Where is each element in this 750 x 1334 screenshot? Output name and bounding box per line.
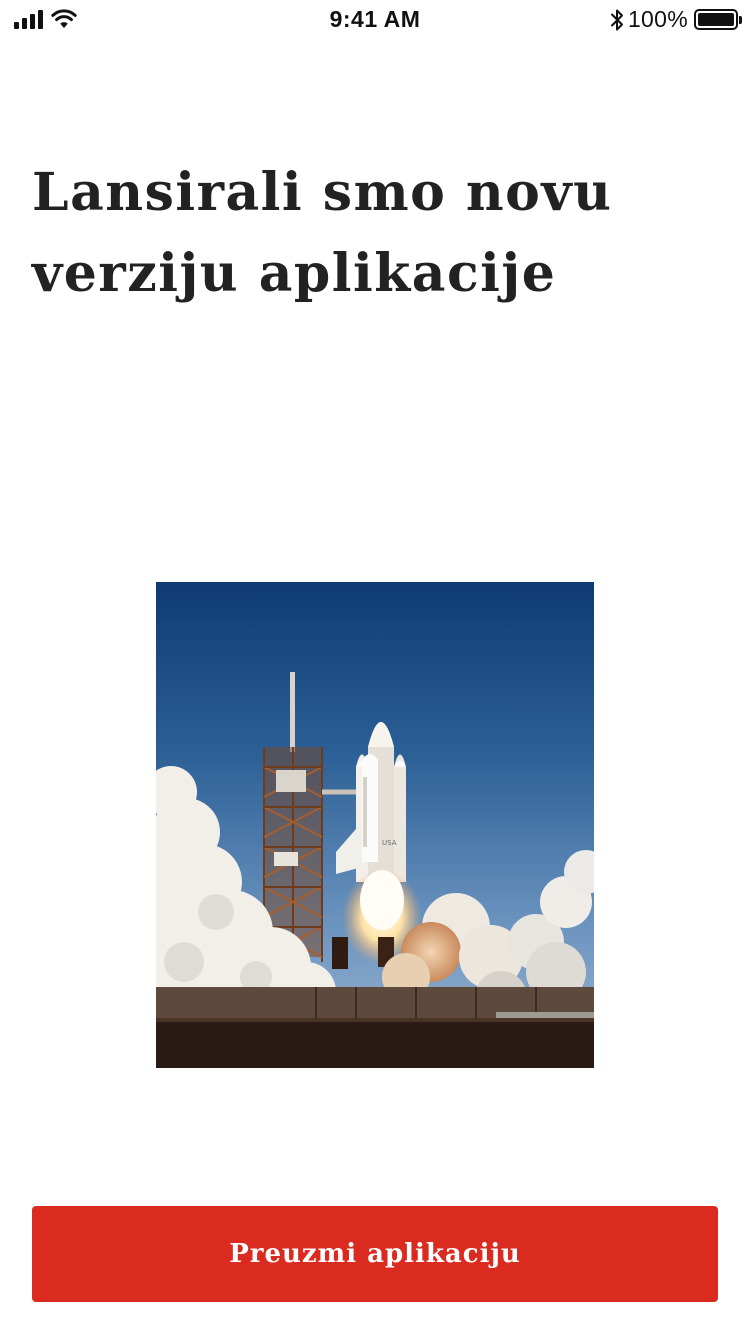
bluetooth-icon — [610, 9, 623, 30]
space-shuttle-launch-image: USA — [156, 582, 594, 1068]
svg-text:USA: USA — [382, 839, 397, 847]
page-title: Lansirali smo novu verziju aplikacije — [32, 162, 613, 304]
battery-icon — [694, 9, 742, 30]
download-app-button[interactable]: Preuzmi aplikaciju — [32, 1206, 718, 1302]
status-right: 100% — [610, 6, 742, 33]
battery-percent: 100% — [627, 6, 688, 32]
status-bar: 9:41 AM 100% — [0, 0, 750, 40]
battery-fill — [698, 13, 734, 26]
